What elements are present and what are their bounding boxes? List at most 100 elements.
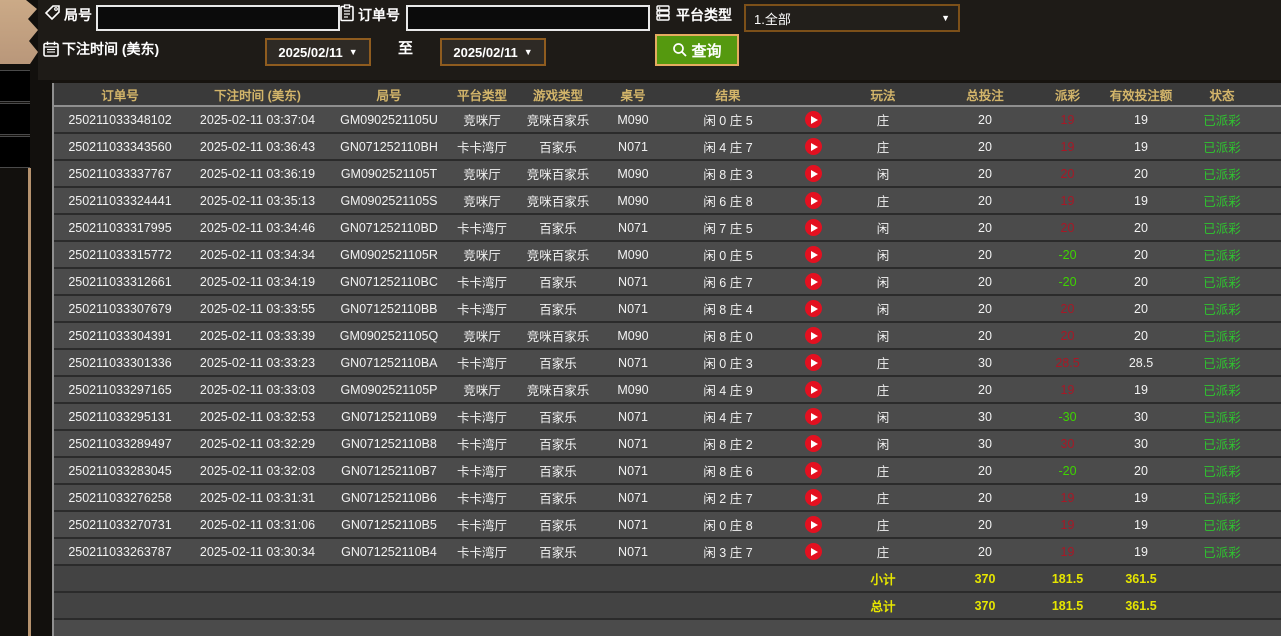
table-row: 250211033343560 2025-02-11 03:36:43 GN07… bbox=[54, 133, 1281, 161]
game-type-cell: 竞咪百家乐 bbox=[515, 106, 601, 134]
game-type-cell: 百家乐 bbox=[515, 268, 601, 296]
clipped-cell bbox=[1258, 349, 1281, 377]
col-table-no: 桌号 bbox=[601, 83, 665, 107]
play-icon[interactable] bbox=[804, 246, 822, 263]
valid-bet-cell: 19 bbox=[1096, 133, 1186, 161]
valid-bet-cell: 20 bbox=[1096, 160, 1186, 188]
play-icon[interactable] bbox=[804, 327, 822, 344]
play-type-cell: 庄 bbox=[835, 106, 931, 134]
play-icon[interactable] bbox=[804, 381, 822, 398]
replay-cell bbox=[791, 268, 835, 296]
date-from-value: 2025/02/11 bbox=[278, 44, 343, 60]
play-icon[interactable] bbox=[804, 111, 822, 128]
play-icon[interactable] bbox=[804, 219, 822, 236]
valid-bet-cell: 20 bbox=[1096, 214, 1186, 242]
clipped-cell bbox=[1258, 430, 1281, 458]
decorative-line bbox=[28, 168, 31, 636]
replay-cell bbox=[791, 214, 835, 242]
background-tile bbox=[0, 70, 30, 102]
play-icon[interactable] bbox=[804, 273, 822, 290]
table-no-cell: N071 bbox=[601, 403, 665, 431]
bet-time-cell: 2025-02-11 03:33:03 bbox=[186, 376, 329, 404]
total-label: 总计 bbox=[835, 592, 931, 620]
play-icon[interactable] bbox=[804, 516, 822, 533]
play-icon[interactable] bbox=[804, 300, 822, 317]
game-type-cell: 竞咪百家乐 bbox=[515, 322, 601, 350]
chevron-down-icon: ▼ bbox=[523, 47, 533, 57]
table-no-cell: M090 bbox=[601, 241, 665, 269]
total-payout: 181.5 bbox=[1039, 592, 1096, 620]
game-no-input[interactable] bbox=[96, 5, 340, 31]
play-type-cell: 庄 bbox=[835, 538, 931, 566]
payout-cell: -20 bbox=[1039, 457, 1096, 485]
bet-time-cell: 2025-02-11 03:37:04 bbox=[186, 106, 329, 134]
filter-bar: 局号 订单号 平台类型 1.全部 ▼ 下注时间 (美东) 2025/02/11 … bbox=[38, 0, 1281, 80]
query-button[interactable]: 查询 bbox=[655, 34, 739, 66]
result-cell: 闲 2 庄 7 bbox=[665, 484, 791, 512]
play-icon[interactable] bbox=[804, 165, 822, 182]
play-icon[interactable] bbox=[804, 354, 822, 371]
result-cell: 闲 8 庄 2 bbox=[665, 430, 791, 458]
game-type-cell: 百家乐 bbox=[515, 511, 601, 539]
date-from-select[interactable]: 2025/02/11 ▼ bbox=[265, 38, 371, 66]
game-type-cell: 竞咪百家乐 bbox=[515, 187, 601, 215]
total-bet-cell: 20 bbox=[931, 538, 1039, 566]
table-row: 250211033283045 2025-02-11 03:32:03 GN07… bbox=[54, 457, 1281, 485]
table-row: 250211033295131 2025-02-11 03:32:53 GN07… bbox=[54, 403, 1281, 431]
game-type-cell: 竞咪百家乐 bbox=[515, 241, 601, 269]
game-no-cell: GN071252110B5 bbox=[329, 511, 449, 539]
clipped-cell bbox=[1258, 322, 1281, 350]
status-cell: 已派彩 bbox=[1186, 484, 1258, 512]
table-no-cell: N071 bbox=[601, 349, 665, 377]
game-no-cell: GM0902521105Q bbox=[329, 322, 449, 350]
replay-cell bbox=[791, 457, 835, 485]
order-no-input[interactable] bbox=[406, 5, 650, 31]
play-icon[interactable] bbox=[804, 462, 822, 479]
game-no-cell: GM0902521105S bbox=[329, 187, 449, 215]
total-bet-cell: 20 bbox=[931, 133, 1039, 161]
game-no-cell: GM0902521105T bbox=[329, 160, 449, 188]
play-icon[interactable] bbox=[804, 138, 822, 155]
col-valid-bet: 有效投注额 bbox=[1096, 83, 1186, 107]
clipped-cell bbox=[1258, 133, 1281, 161]
platform-type-select[interactable]: 1.全部 ▼ bbox=[744, 4, 960, 32]
game-type-cell: 百家乐 bbox=[515, 403, 601, 431]
status-cell: 已派彩 bbox=[1186, 322, 1258, 350]
bet-time-cell: 2025-02-11 03:33:55 bbox=[186, 295, 329, 323]
platform-type-label: 平台类型 bbox=[676, 7, 732, 23]
payout-cell: 20 bbox=[1039, 322, 1096, 350]
bet-time-cell: 2025-02-11 03:31:31 bbox=[186, 484, 329, 512]
date-to-select[interactable]: 2025/02/11 ▼ bbox=[440, 38, 546, 66]
subtotal-valid-bet: 361.5 bbox=[1096, 565, 1186, 593]
status-cell: 已派彩 bbox=[1186, 187, 1258, 215]
play-type-cell: 闲 bbox=[835, 214, 931, 242]
game-type-cell: 竞咪百家乐 bbox=[515, 376, 601, 404]
table-no-cell: M090 bbox=[601, 106, 665, 134]
order-no-cell: 250211033317995 bbox=[54, 214, 186, 242]
play-icon[interactable] bbox=[804, 435, 822, 452]
total-bet-cell: 20 bbox=[931, 322, 1039, 350]
valid-bet-cell: 20 bbox=[1096, 322, 1186, 350]
total-bet-cell: 30 bbox=[931, 349, 1039, 377]
game-type-cell: 百家乐 bbox=[515, 457, 601, 485]
table-row: 250211033301336 2025-02-11 03:33:23 GN07… bbox=[54, 349, 1281, 377]
table-row: 250211033312661 2025-02-11 03:34:19 GN07… bbox=[54, 268, 1281, 296]
chevron-down-icon: ▼ bbox=[348, 47, 358, 57]
table-no-cell: N071 bbox=[601, 295, 665, 323]
order-no-cell: 250211033276258 bbox=[54, 484, 186, 512]
play-icon[interactable] bbox=[804, 192, 822, 209]
col-bet-time: 下注时间 (美东) bbox=[186, 83, 329, 107]
status-cell: 已派彩 bbox=[1186, 511, 1258, 539]
table-row: 250211033348102 2025-02-11 03:37:04 GM09… bbox=[54, 106, 1281, 134]
play-icon[interactable] bbox=[804, 543, 822, 560]
play-icon[interactable] bbox=[804, 489, 822, 506]
result-cell: 闲 6 庄 7 bbox=[665, 268, 791, 296]
status-cell: 已派彩 bbox=[1186, 403, 1258, 431]
play-icon[interactable] bbox=[804, 408, 822, 425]
platform-type-cell: 卡卡湾厅 bbox=[449, 214, 515, 242]
total-bet-cell: 30 bbox=[931, 403, 1039, 431]
payout-cell: 20 bbox=[1039, 214, 1096, 242]
clipped-cell bbox=[1258, 376, 1281, 404]
subtotal-total-bet: 370 bbox=[931, 565, 1039, 593]
bet-time-cell: 2025-02-11 03:34:19 bbox=[186, 268, 329, 296]
